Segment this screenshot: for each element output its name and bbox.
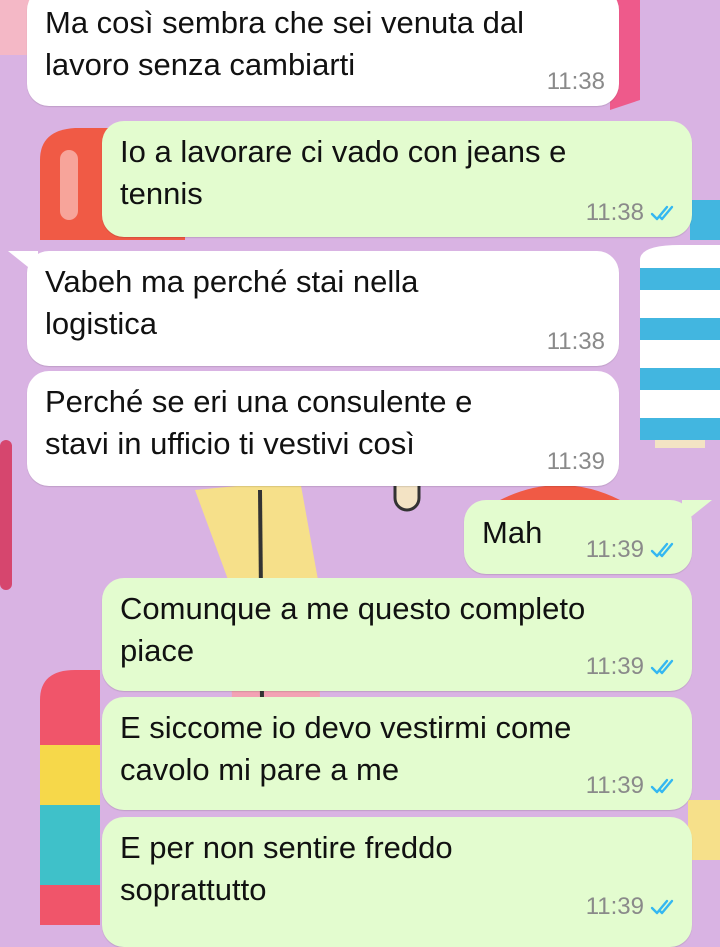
outgoing-message[interactable]: E per non sentire freddo soprattutto 11:… bbox=[102, 817, 692, 947]
read-ticks-icon bbox=[650, 542, 674, 558]
message-time: 11:39 bbox=[585, 536, 644, 563]
message-text: Vabeh ma perché stai nella logistica bbox=[45, 264, 419, 341]
message-time: 11:39 bbox=[546, 448, 605, 475]
read-ticks-icon bbox=[650, 899, 674, 915]
read-ticks-icon bbox=[650, 778, 674, 794]
bubble-tail bbox=[8, 251, 38, 275]
incoming-message[interactable]: Vabeh ma perché stai nella logistica 11:… bbox=[27, 251, 619, 366]
message-meta: 11:39 bbox=[586, 772, 678, 800]
message-time: 11:39 bbox=[585, 653, 644, 680]
message-meta: 11:39 bbox=[547, 448, 605, 476]
incoming-message[interactable]: Perché se eri una consulente e stavi in … bbox=[27, 371, 619, 486]
read-ticks-icon bbox=[650, 659, 674, 675]
message-time: 11:39 bbox=[585, 772, 644, 799]
outgoing-message[interactable]: Comunque a me questo completo piace 11:3… bbox=[102, 578, 692, 691]
message-time: 11:38 bbox=[585, 199, 644, 226]
message-meta: 11:38 bbox=[547, 68, 605, 96]
bubble-tail bbox=[682, 500, 712, 524]
message-time: 11:38 bbox=[546, 68, 605, 95]
message-list[interactable]: Ma così sembra che sei venuta dal lavoro… bbox=[0, 0, 720, 947]
message-time: 11:39 bbox=[585, 893, 644, 920]
message-meta: 11:38 bbox=[586, 199, 678, 227]
read-ticks-icon bbox=[650, 205, 674, 221]
message-meta: 11:39 bbox=[586, 893, 678, 921]
message-text: Ma così sembra che sei venuta dal lavoro… bbox=[45, 5, 525, 82]
outgoing-message[interactable]: Mah 11:39 bbox=[464, 500, 692, 574]
outgoing-message[interactable]: E siccome io devo vestirmi come cavolo m… bbox=[102, 697, 692, 810]
incoming-message[interactable]: Ma così sembra che sei venuta dal lavoro… bbox=[27, 0, 619, 106]
message-time: 11:38 bbox=[546, 328, 605, 355]
message-meta: 11:39 bbox=[586, 653, 678, 681]
message-meta: 11:39 bbox=[586, 536, 678, 564]
outgoing-message[interactable]: Io a lavorare ci vado con jeans e tennis… bbox=[102, 121, 692, 237]
message-meta: 11:38 bbox=[547, 328, 605, 356]
message-text: Perché se eri una consulente e stavi in … bbox=[45, 384, 473, 461]
